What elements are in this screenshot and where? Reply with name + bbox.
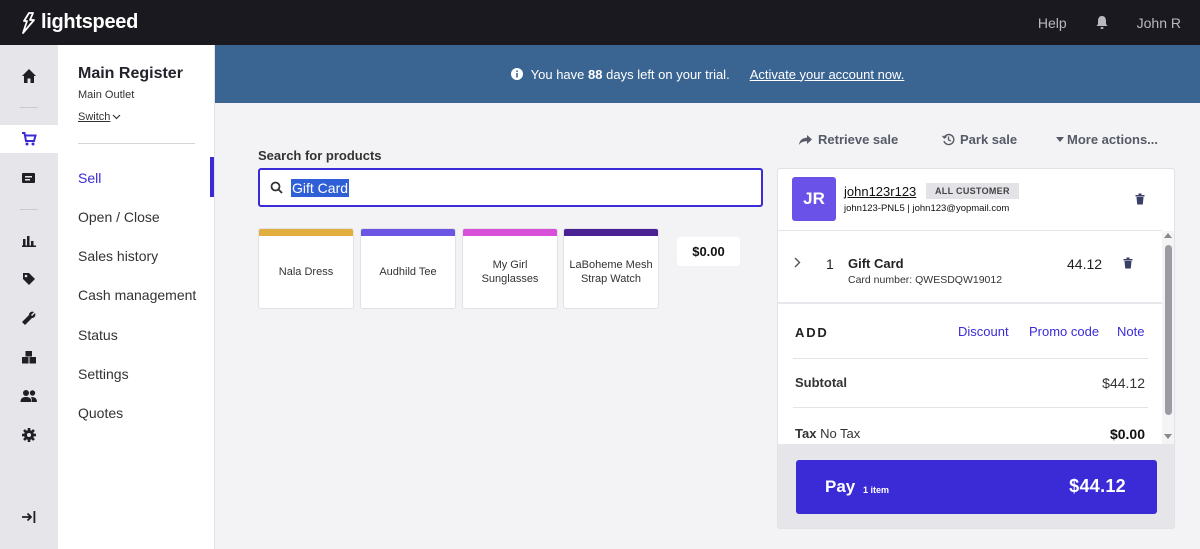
line-item-name: Gift Card: [848, 256, 904, 271]
brand-logo[interactable]: lightspeed: [21, 11, 138, 34]
register-panel: Main Register Main Outlet Switch Sell Op…: [58, 45, 215, 549]
pay-item-count: 1 item: [863, 485, 890, 495]
gear-icon[interactable]: [0, 421, 58, 449]
product-tile[interactable]: My Girl Sunglasses: [462, 228, 558, 309]
nav-sell[interactable]: Sell: [78, 170, 101, 186]
nav-settings[interactable]: Settings: [78, 366, 129, 382]
sale-panel: JR john123r123 ALL CUSTOMER john123-PNL5…: [777, 168, 1175, 529]
scroll-down-icon[interactable]: [1164, 434, 1172, 439]
product-tile[interactable]: Nala Dress: [258, 228, 354, 309]
park-sale-label: Park sale: [960, 132, 1018, 147]
scroll-up-icon[interactable]: [1164, 233, 1172, 238]
reports-icon[interactable]: [0, 226, 58, 254]
retrieve-sale-button[interactable]: Retrieve sale: [798, 132, 898, 147]
boxes-icon[interactable]: [0, 343, 58, 371]
top-bar: lightspeed Help John R: [0, 0, 1200, 45]
pay-total: $44.12: [1069, 476, 1126, 496]
history-icon: [942, 133, 955, 146]
brand-name: lightspeed: [41, 11, 139, 33]
nav-active-indicator: [210, 157, 214, 197]
avatar[interactable]: JR: [792, 177, 836, 221]
product-name: My Girl Sunglasses: [481, 259, 539, 285]
nav-quotes[interactable]: Quotes: [78, 405, 123, 421]
subtotal-value: $44.12: [1102, 375, 1145, 391]
nav-open-close[interactable]: Open / Close: [78, 209, 160, 225]
chevron-down-icon: [112, 114, 121, 120]
search-icon: [270, 181, 283, 194]
wrench-icon[interactable]: [0, 304, 58, 332]
pay-button[interactable]: Pay 1 item $44.12: [796, 460, 1157, 514]
tax-detail: No Tax: [820, 426, 861, 441]
line-item-price[interactable]: 44.12: [1067, 256, 1102, 272]
lightspeed-flame-icon: [22, 11, 35, 34]
price-chip: $0.00: [677, 237, 740, 266]
add-section: ADD Discount Promo code Note Subtotal $4…: [778, 304, 1162, 444]
nav-status[interactable]: Status: [78, 327, 118, 343]
user-menu[interactable]: John R: [1137, 15, 1181, 31]
more-actions-button[interactable]: More actions...: [1056, 132, 1158, 147]
product-name: Nala Dress: [278, 266, 334, 278]
park-sale-button[interactable]: Park sale: [942, 132, 1017, 147]
switch-register-button[interactable]: Switch: [78, 111, 121, 123]
product-name: Audhild Tee: [379, 266, 437, 278]
switch-label: Switch: [78, 111, 111, 123]
cart-icon[interactable]: [0, 125, 58, 153]
add-label: ADD: [795, 325, 829, 340]
customers-icon[interactable]: [0, 382, 58, 410]
tax-value: $0.00: [1109, 426, 1145, 442]
sale-scrollbar[interactable]: [1162, 231, 1174, 445]
tag-icon[interactable]: [0, 265, 58, 293]
search-value: Gift Card: [291, 178, 350, 197]
share-arrow-icon: [799, 134, 812, 145]
product-name: LaBoheme Mesh Strap Watch: [569, 259, 653, 285]
product-tile[interactable]: Audhild Tee: [360, 228, 456, 309]
customer-details: john123-PNL5 | john123@yopmail.com: [844, 203, 1010, 214]
home-icon[interactable]: [0, 62, 58, 90]
nav-sales-history[interactable]: Sales history: [78, 248, 158, 264]
trial-text-after: days left on your trial.: [606, 66, 730, 82]
icon-rail: [0, 45, 58, 549]
remove-customer-icon[interactable]: [1135, 193, 1145, 205]
customer-name[interactable]: john123r123: [844, 184, 916, 199]
line-item-card-number: Card number: QWESDQW19012: [848, 274, 1003, 286]
chevron-right-icon[interactable]: [794, 257, 801, 268]
line-item-quantity[interactable]: 1: [826, 256, 834, 272]
scroll-thumb[interactable]: [1165, 245, 1172, 415]
collapse-icon[interactable]: [0, 503, 58, 531]
product-tile[interactable]: LaBoheme Mesh Strap Watch: [563, 228, 659, 309]
pay-area: Pay 1 item $44.12: [778, 444, 1174, 528]
retrieve-sale-label: Retrieve sale: [818, 132, 899, 147]
caret-down-icon: [1056, 136, 1064, 142]
search-label: Search for products: [258, 148, 382, 163]
trial-banner: You have 88 days left on your trial. Act…: [215, 45, 1200, 103]
register-title: Main Register: [78, 65, 183, 82]
pay-label: Pay: [825, 477, 856, 496]
customer-group-badge: ALL CUSTOMER: [926, 183, 1019, 199]
nav-cash-management[interactable]: Cash management: [78, 287, 196, 303]
trial-text-before: You have: [530, 66, 585, 82]
outlet-name: Main Outlet: [78, 89, 135, 101]
tax-row: Tax No Tax: [795, 426, 860, 441]
bell-icon[interactable]: [1095, 15, 1109, 30]
promo-code-link[interactable]: Promo code: [1029, 324, 1099, 339]
discount-link[interactable]: Discount: [958, 324, 1009, 339]
help-link[interactable]: Help: [1038, 15, 1067, 31]
activate-account-link[interactable]: Activate your account now.: [750, 67, 905, 82]
subtotal-label: Subtotal: [795, 375, 847, 390]
note-link[interactable]: Note: [1117, 324, 1144, 339]
remove-line-item-icon[interactable]: [1123, 257, 1133, 269]
search-input[interactable]: Gift Card: [258, 168, 763, 207]
tax-label: Tax: [795, 426, 817, 441]
info-icon: [510, 68, 523, 80]
more-actions-label: More actions...: [1067, 132, 1159, 147]
trial-days: 88: [588, 66, 603, 82]
register-icon[interactable]: [0, 164, 58, 192]
